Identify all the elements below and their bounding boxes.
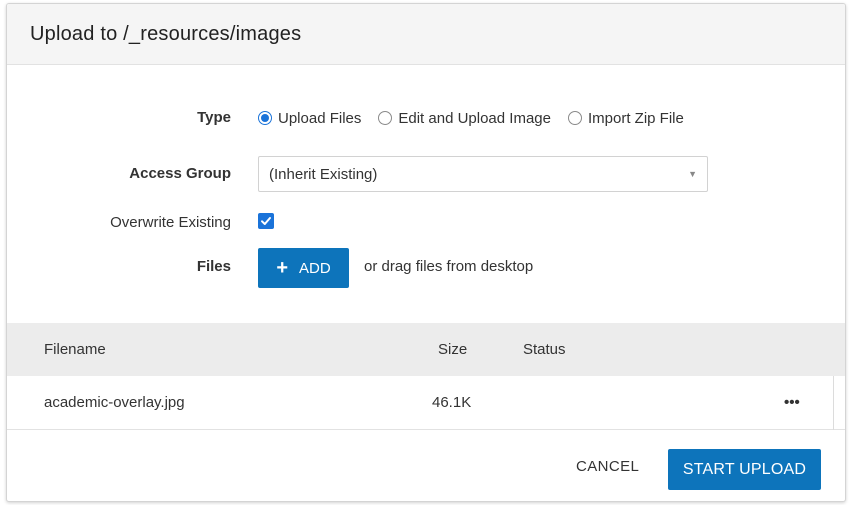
radio-upload-files[interactable] — [258, 111, 272, 125]
type-radio-group: Upload Files Edit and Upload Image Impor… — [258, 108, 701, 128]
upload-dialog: Upload to /_resources/images Type Upload… — [6, 3, 846, 502]
access-group-value: (Inherit Existing) — [269, 165, 378, 183]
check-icon — [261, 217, 271, 225]
overwrite-existing-label: Overwrite Existing — [110, 214, 231, 231]
type-option-label: Upload Files — [278, 109, 362, 127]
type-option-import-zip[interactable]: Import Zip File — [567, 109, 684, 127]
access-group-select[interactable]: (Inherit Existing) ▼ — [258, 156, 708, 192]
column-status: Status — [523, 341, 566, 358]
type-option-label: Edit and Upload Image — [398, 109, 551, 127]
radio-import-zip[interactable] — [567, 111, 582, 125]
start-upload-button[interactable]: START UPLOAD — [668, 449, 821, 490]
radio-edit-upload-image[interactable] — [378, 111, 393, 125]
add-button-label: ADD — [299, 259, 331, 277]
row-filename: academic-overlay.jpg — [44, 394, 185, 411]
drag-hint: or drag files from desktop — [364, 258, 534, 275]
type-option-edit-upload-image[interactable]: Edit and Upload Image — [378, 110, 551, 127]
table-header: Filename Size Status — [7, 323, 845, 376]
type-option-label: Import Zip File — [587, 109, 684, 127]
type-option-upload-files[interactable]: Upload Files — [258, 110, 361, 127]
row-size: 46.1K — [432, 394, 472, 411]
cancel-button[interactable]: CANCEL — [576, 458, 639, 475]
files-table: Filename Size Status academic-overlay.jp… — [7, 323, 845, 430]
column-filename: Filename — [44, 341, 106, 358]
plus-icon: + — [276, 257, 288, 279]
caret-down-icon: ▼ — [688, 169, 697, 179]
dialog-footer: CANCEL START UPLOAD — [7, 431, 845, 501]
access-group-label: Access Group — [129, 165, 231, 182]
files-label: Files — [196, 258, 231, 275]
column-size: Size — [438, 341, 468, 358]
table-row: academic-overlay.jpg 46.1K ••• — [7, 376, 845, 430]
upload-form: Type Upload Files Edit and Upload Image … — [7, 65, 845, 323]
overwrite-existing-checkbox[interactable] — [258, 213, 274, 229]
dialog-title: Upload to /_resources/images — [30, 22, 302, 45]
add-files-button[interactable]: + ADD — [258, 248, 349, 288]
more-horizontal-icon[interactable]: ••• — [784, 394, 800, 411]
dialog-header: Upload to /_resources/images — [7, 4, 845, 65]
table-scrollbar[interactable] — [833, 376, 834, 430]
type-label: Type — [197, 109, 231, 126]
